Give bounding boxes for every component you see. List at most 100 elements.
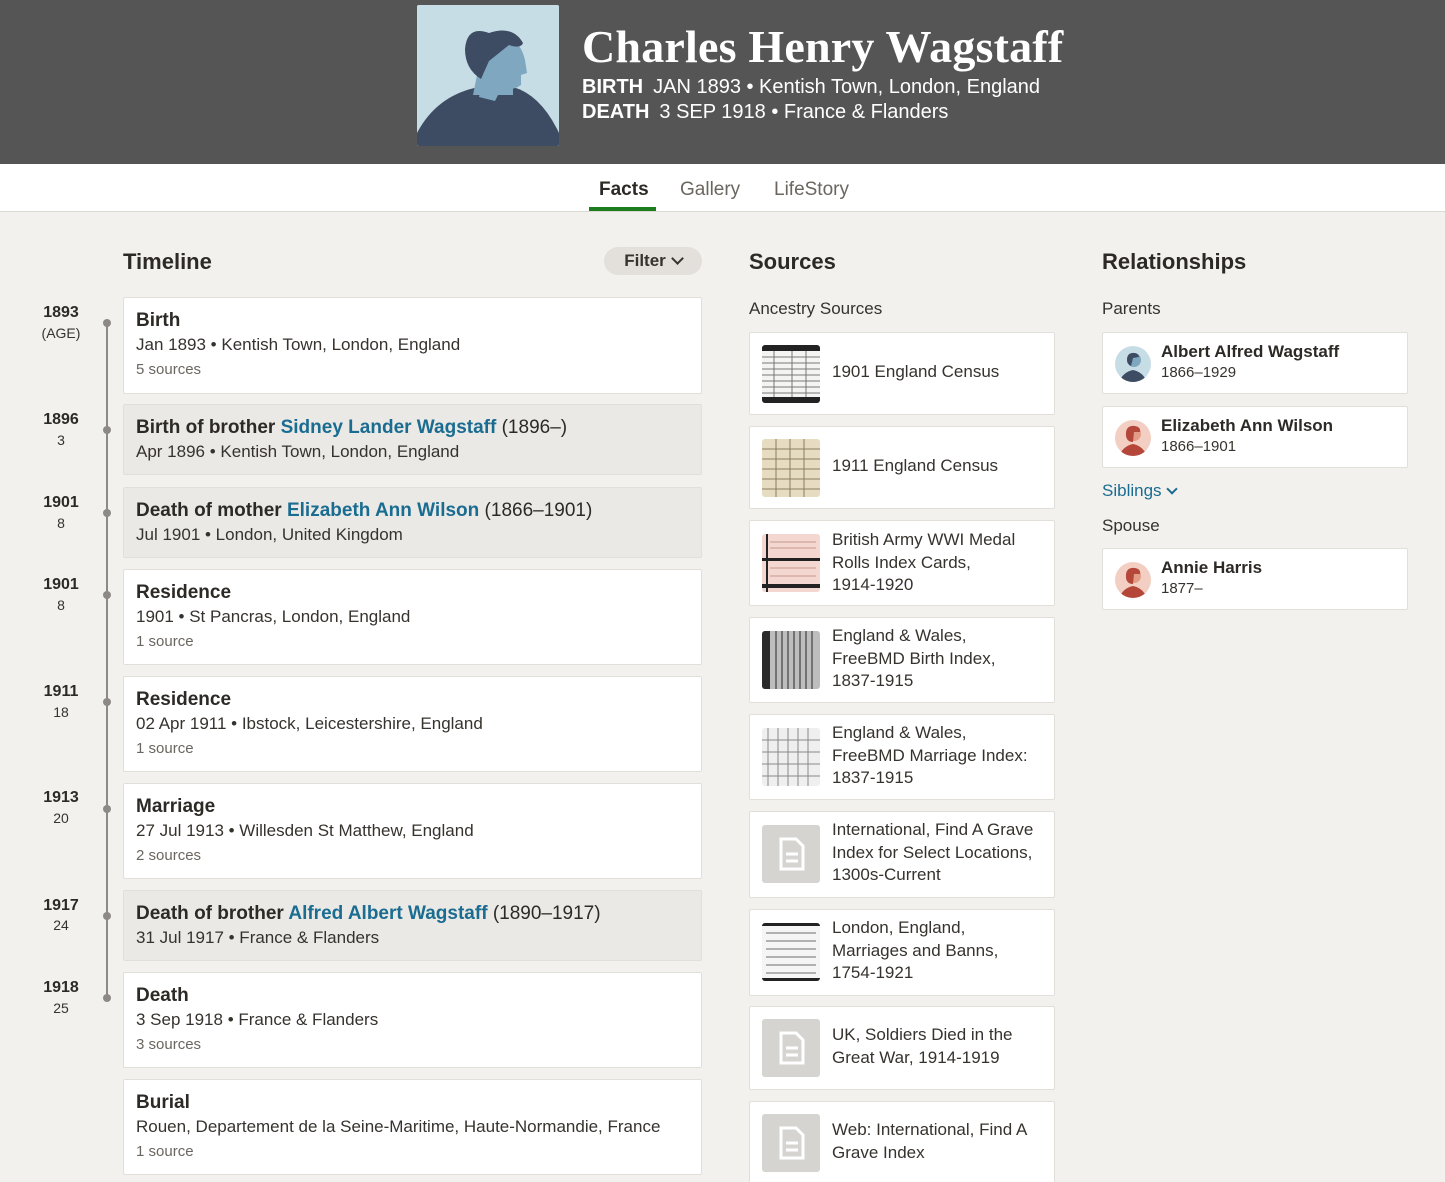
source-title: 1901 England Census [832, 362, 1000, 381]
profile-photo[interactable] [417, 5, 559, 146]
timeline-event-birth[interactable]: Birth Jan 1893 • Kentish Town, London, E… [123, 297, 702, 394]
source-card[interactable]: 1901 England Census [749, 332, 1055, 415]
source-title: 1914-1920 [832, 575, 914, 594]
death-label: DEATH [582, 101, 650, 123]
chevron-down-icon [1165, 482, 1178, 495]
parents-label: Parents [1102, 299, 1161, 318]
source-title: Index for Select Locations, [832, 842, 1033, 862]
banns-record-thumbnail [762, 923, 820, 981]
event-detail: 27 Jul 1913 • Willesden St Matthew, Engl… [136, 821, 474, 840]
timeline-dot [103, 591, 111, 599]
source-title: FreeBMD Marriage Index: [832, 745, 1028, 765]
event-source-count: 1 source [136, 1143, 194, 1160]
marriage-index-thumbnail [762, 728, 820, 786]
timeline-dot [103, 912, 111, 920]
event-title: Death of brother [136, 903, 284, 924]
source-card[interactable]: British Army WWI Medal Rolls Index Cards… [749, 520, 1055, 606]
timeline-dot [103, 426, 111, 434]
timeline-event-mother-death: Death of mother Elizabeth Ann Wilson (18… [123, 487, 702, 558]
source-card[interactable]: 1911 England Census [749, 426, 1055, 509]
tab-gallery[interactable]: Gallery [680, 179, 740, 201]
source-card[interactable]: UK, Soldiers Died in the Great War, 1914… [749, 1006, 1055, 1090]
sources-heading: Sources [749, 249, 836, 274]
source-card[interactable]: London, England, Marriages and Banns, 17… [749, 909, 1055, 996]
event-detail: 1901 • St Pancras, London, England [136, 607, 411, 626]
timeline-age: 20 [53, 810, 69, 826]
event-source-count: 5 sources [136, 361, 202, 378]
source-title: 1754-1921 [832, 963, 914, 982]
event-source-count: 1 source [136, 740, 194, 757]
timeline-age: 8 [57, 515, 65, 531]
source-title: FreeBMD Birth Index, [832, 648, 996, 668]
source-card[interactable]: International, Find A Grave Index for Se… [749, 811, 1055, 898]
source-title: British Army WWI Medal [832, 530, 1016, 549]
document-icon [762, 825, 820, 883]
timeline-event-marriage[interactable]: Marriage 27 Jul 1913 • Willesden St Matt… [123, 783, 702, 879]
document-icon [762, 1114, 820, 1172]
source-title: Great War, 1914-1919 [832, 1047, 1000, 1067]
relative-link[interactable]: Elizabeth Ann Wilson [287, 500, 479, 521]
timeline-age: (AGE) [41, 325, 81, 341]
timeline-year: 1893 [43, 304, 79, 321]
timeline-year: 1896 [43, 411, 79, 428]
timeline-year: 1917 [43, 897, 79, 914]
female-avatar-icon [1115, 420, 1151, 456]
event-detail: Rouen, Departement de la Seine-Maritime,… [136, 1117, 661, 1136]
document-icon [762, 1019, 820, 1077]
event-title: Burial [136, 1092, 190, 1113]
relative-link[interactable]: Sidney Lander Wagstaff [281, 417, 497, 438]
tab-bar: Facts Gallery LifeStory [0, 164, 1445, 212]
person-header: Charles Henry Wagstaff BIRTH JAN 1893 • K… [0, 0, 1445, 164]
source-title: Rolls Index Cards, [832, 552, 971, 572]
filter-button[interactable]: Filter [604, 247, 702, 275]
event-title: Residence [136, 582, 232, 603]
tab-facts[interactable]: Facts [599, 179, 649, 201]
person-name: Albert Alfred Wagstaff [1161, 342, 1340, 361]
timeline-year: 1918 [43, 979, 79, 996]
chevron-down-icon [670, 252, 684, 265]
timeline-year: 1911 [43, 683, 79, 700]
spouse-card[interactable]: Annie Harris 1877– [1102, 548, 1408, 610]
source-title: UK, Soldiers Died in the [832, 1025, 1013, 1044]
source-card[interactable]: England & Wales, FreeBMD Marriage Index:… [749, 714, 1055, 800]
event-title: Birth of brother [136, 417, 276, 438]
timeline-event-residence-1901[interactable]: Residence 1901 • St Pancras, London, Eng… [123, 569, 702, 665]
siblings-label: Siblings [1102, 481, 1162, 500]
timeline-event-burial[interactable]: Burial Rouen, Departement de la Seine-Ma… [123, 1079, 702, 1175]
source-title: England & Wales, [832, 723, 967, 742]
event-title: Marriage [136, 796, 216, 817]
source-title: Marriages and Banns, [832, 940, 999, 960]
timeline-dot [103, 509, 111, 517]
timeline-dot [103, 698, 111, 706]
source-title: Grave Index [832, 1142, 925, 1162]
parent-card-father[interactable]: Albert Alfred Wagstaff 1866–1929 [1102, 332, 1408, 394]
source-title: International, Find A Grave [832, 820, 1034, 839]
birth-value: JAN 1893 • Kentish Town, London, England [653, 76, 1041, 98]
timeline-age: 3 [57, 432, 65, 448]
female-avatar-icon [1115, 562, 1151, 598]
source-title: 1837-1915 [832, 768, 914, 787]
timeline-age: 8 [57, 597, 65, 613]
source-card[interactable]: England & Wales, FreeBMD Birth Index, 18… [749, 617, 1055, 703]
siblings-toggle[interactable]: Siblings [1102, 481, 1178, 501]
timeline-year: 1901 [43, 576, 79, 593]
source-card[interactable]: Web: International, Find A Grave Index [749, 1101, 1055, 1182]
filter-label: Filter [624, 251, 666, 270]
timeline-age: 24 [53, 917, 69, 933]
relative-link[interactable]: Alfred Albert Wagstaff [288, 903, 487, 924]
event-title: Birth [136, 310, 181, 331]
timeline-dot [103, 805, 111, 813]
parent-card-mother[interactable]: Elizabeth Ann Wilson 1866–1901 [1102, 406, 1408, 468]
person-years: 1866–1901 [1161, 438, 1237, 455]
census-record-thumbnail [762, 345, 820, 403]
timeline-line [106, 322, 108, 998]
active-tab-indicator [589, 207, 656, 211]
timeline-year: 1901 [43, 494, 79, 511]
person-name: Annie Harris [1161, 558, 1263, 577]
ancestry-sources-label: Ancestry Sources [749, 299, 883, 318]
tab-lifestory[interactable]: LifeStory [774, 179, 849, 201]
relative-years: (1890–1917) [492, 903, 601, 924]
timeline-event-residence-1911[interactable]: Residence 02 Apr 1911 • Ibstock, Leicest… [123, 676, 702, 772]
timeline-event-death[interactable]: Death 3 Sep 1918 • France & Flanders 3 s… [123, 972, 702, 1068]
census-record-thumbnail [762, 439, 820, 497]
